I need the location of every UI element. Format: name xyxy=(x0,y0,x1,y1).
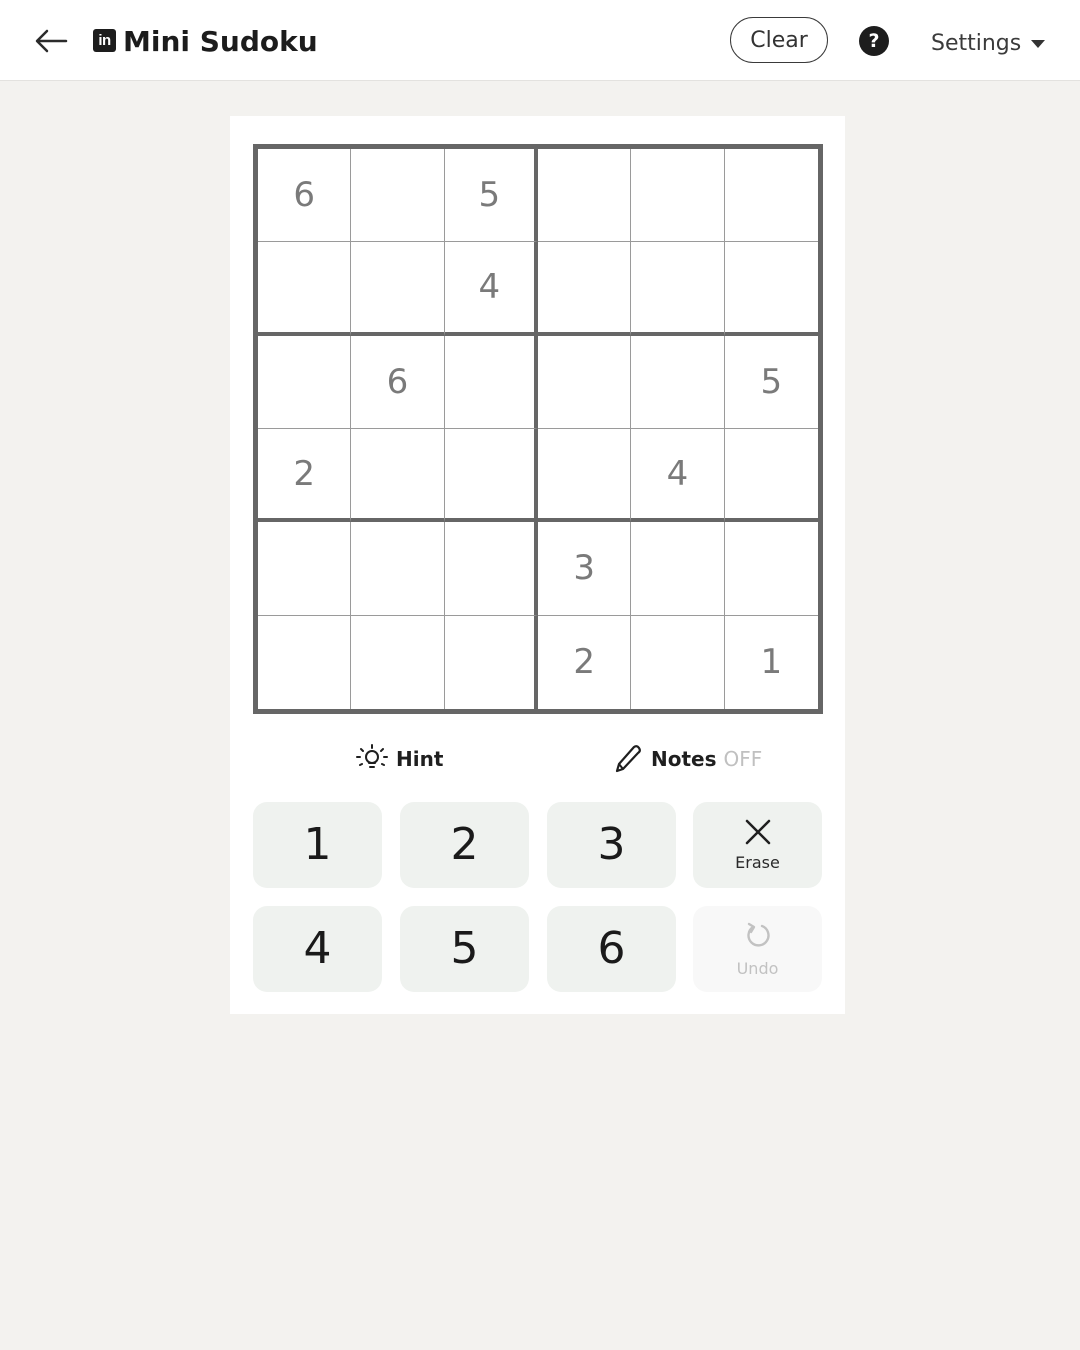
back-arrow-icon xyxy=(35,29,68,53)
hint-button[interactable]: Hint xyxy=(356,742,443,776)
game-panel: 6546524321 Hint Notes OFF 1 2 3 Erase 4 … xyxy=(230,116,845,1014)
sudoku-cell-r2-c3[interactable]: 4 xyxy=(444,242,538,336)
sudoku-board: 6546524321 xyxy=(253,144,823,714)
top-bar: in Mini Sudoku Clear ? Settings xyxy=(0,0,1080,81)
number-key-5[interactable]: 5 xyxy=(400,906,529,992)
key-digit: 6 xyxy=(597,923,626,974)
sudoku-cell-r5-c1[interactable] xyxy=(258,522,352,616)
sudoku-cell-r5-c6[interactable] xyxy=(724,522,818,616)
erase-label: Erase xyxy=(735,852,780,872)
sudoku-cell-r1-c6[interactable] xyxy=(724,149,818,243)
undo-icon xyxy=(746,922,770,947)
undo-label: Undo xyxy=(736,958,779,978)
number-key-1[interactable]: 1 xyxy=(253,802,382,888)
back-button[interactable] xyxy=(32,22,70,60)
notes-label: Notes xyxy=(651,747,717,771)
undo-button[interactable]: Undo xyxy=(693,906,822,992)
sudoku-cell-r5-c2[interactable] xyxy=(351,522,445,616)
sudoku-cell-r2-c4[interactable] xyxy=(538,242,632,336)
sudoku-cell-r4-c3[interactable] xyxy=(444,429,538,523)
notes-toggle[interactable]: Notes OFF xyxy=(613,742,762,776)
sudoku-cell-r2-c1[interactable] xyxy=(258,242,352,336)
number-key-3[interactable]: 3 xyxy=(547,802,676,888)
pencil-icon xyxy=(615,745,641,773)
linkedin-logo-icon: in xyxy=(93,29,116,52)
sudoku-cell-r1-c3[interactable]: 5 xyxy=(444,149,538,243)
sudoku-cell-r5-c4[interactable]: 3 xyxy=(538,522,632,616)
sudoku-cell-r6-c3[interactable] xyxy=(445,615,538,709)
key-digit: 2 xyxy=(450,819,479,870)
sudoku-cell-r6-c2[interactable] xyxy=(351,615,445,709)
help-icon[interactable]: ? xyxy=(859,26,889,56)
clear-button[interactable]: Clear xyxy=(730,17,828,63)
lightbulb-icon xyxy=(356,744,388,768)
sudoku-cell-r4-c5[interactable]: 4 xyxy=(631,429,725,523)
sudoku-cell-r1-c5[interactable] xyxy=(631,149,725,243)
key-digit: 4 xyxy=(303,923,332,974)
sudoku-cell-r4-c6[interactable] xyxy=(724,429,818,523)
notes-state-badge: OFF xyxy=(723,747,763,771)
sudoku-cell-r1-c2[interactable] xyxy=(351,149,445,243)
sudoku-cell-r5-c3[interactable] xyxy=(444,522,538,616)
key-digit: 1 xyxy=(303,819,332,870)
sudoku-cell-r4-c1[interactable]: 2 xyxy=(258,429,352,523)
sudoku-cell-r3-c6[interactable]: 5 xyxy=(724,336,818,429)
sudoku-cell-r5-c5[interactable] xyxy=(631,522,725,616)
sudoku-cell-r6-c4[interactable]: 2 xyxy=(538,615,632,709)
sudoku-cell-r1-c4[interactable] xyxy=(538,149,632,243)
sudoku-cell-r1-c1[interactable]: 6 xyxy=(258,149,352,243)
sudoku-cell-r4-c2[interactable] xyxy=(351,429,445,523)
hint-label: Hint xyxy=(396,747,444,771)
sudoku-cell-r6-c6[interactable]: 1 xyxy=(725,616,818,709)
caret-down-icon xyxy=(1031,40,1046,48)
sudoku-cell-r3-c5[interactable] xyxy=(631,335,725,429)
sudoku-cell-r6-c5[interactable] xyxy=(631,615,725,709)
sudoku-cell-r2-c6[interactable] xyxy=(724,242,818,336)
sudoku-cell-r2-c5[interactable] xyxy=(631,242,725,336)
sudoku-cell-r3-c3[interactable] xyxy=(444,335,538,429)
number-key-2[interactable]: 2 xyxy=(400,802,529,888)
number-key-6[interactable]: 6 xyxy=(547,906,676,992)
erase-button[interactable]: Erase xyxy=(693,802,822,888)
sudoku-cell-r3-c2[interactable]: 6 xyxy=(351,335,445,429)
sudoku-cell-r3-c1[interactable] xyxy=(258,335,352,429)
sudoku-cell-r4-c4[interactable] xyxy=(538,429,632,523)
key-digit: 3 xyxy=(597,819,626,870)
settings-dropdown[interactable]: Settings xyxy=(931,27,1046,59)
close-icon xyxy=(745,819,770,844)
page-title: Mini Sudoku xyxy=(123,25,318,58)
number-key-4[interactable]: 4 xyxy=(253,906,382,992)
key-digit: 5 xyxy=(450,923,479,974)
sudoku-cell-r6-c1[interactable] xyxy=(258,615,352,709)
sudoku-cell-r3-c4[interactable] xyxy=(538,335,632,429)
settings-label: Settings xyxy=(931,30,1022,56)
sudoku-cell-r2-c2[interactable] xyxy=(351,242,445,336)
